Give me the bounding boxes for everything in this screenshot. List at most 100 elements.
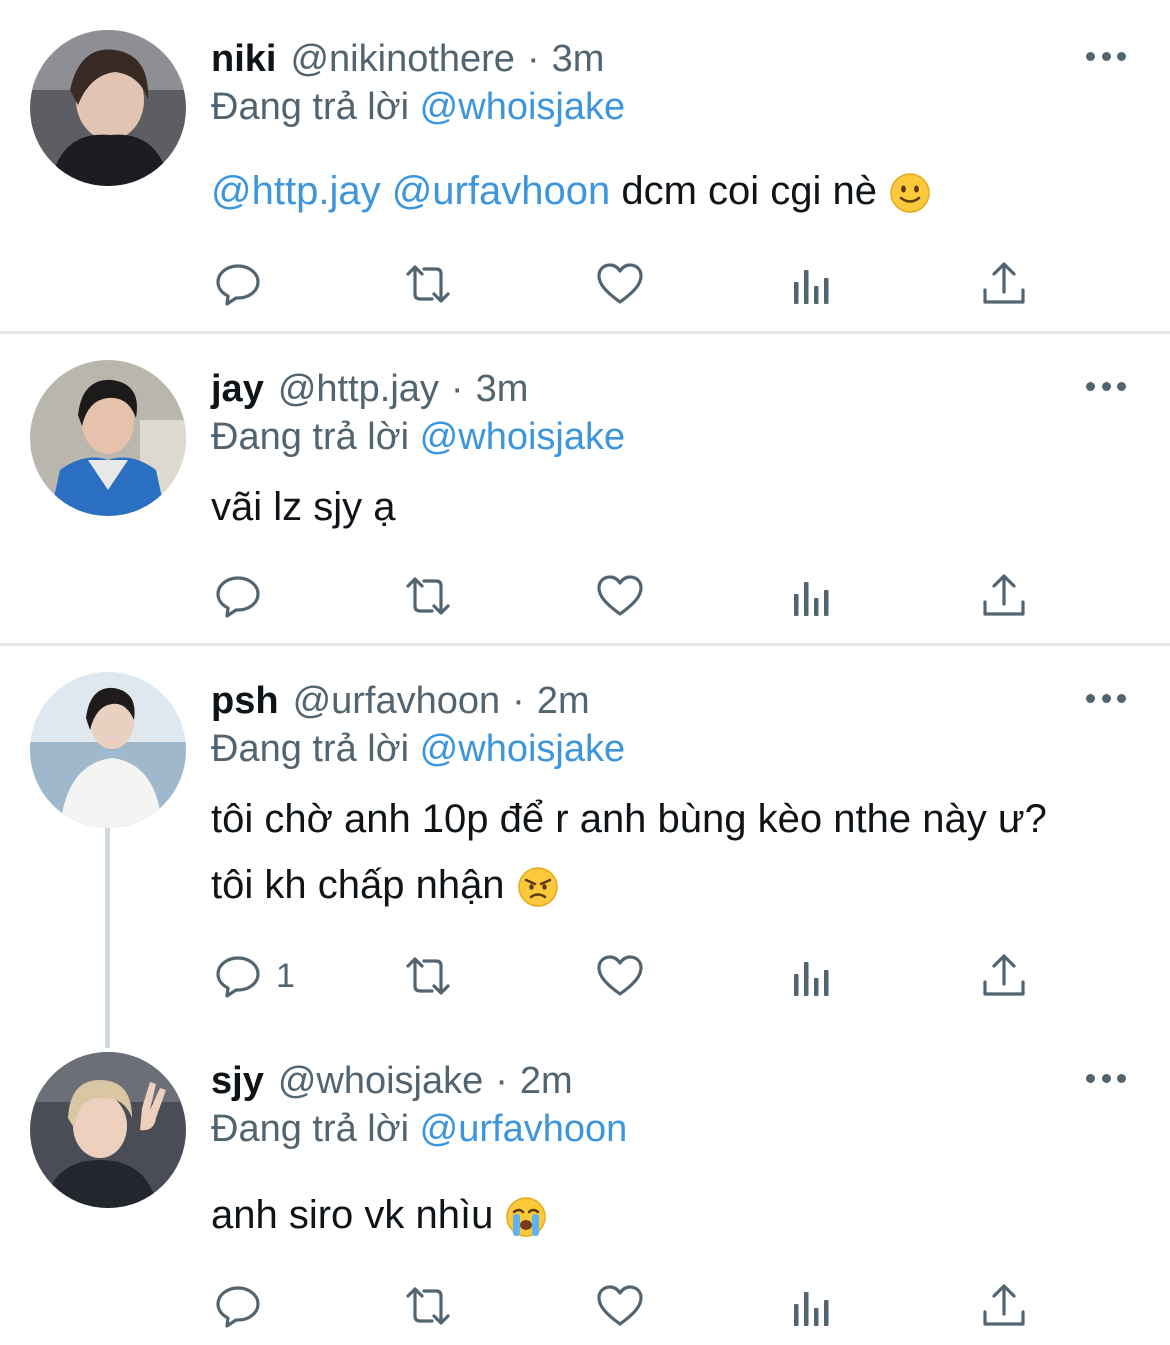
share-icon — [983, 954, 1025, 996]
user-handle[interactable]: @nikinothere — [290, 38, 514, 81]
like-button[interactable] — [596, 568, 644, 624]
tweet-body-line: tôi kh chấp nhận — [211, 863, 505, 907]
separator: · — [512, 679, 525, 722]
avatar-sjy[interactable] — [30, 1052, 186, 1208]
display-name[interactable]: sjy — [211, 1060, 264, 1103]
more-icon[interactable] — [1086, 44, 1126, 68]
reply-button[interactable]: 1 — [214, 948, 295, 1004]
retweet-button[interactable] — [404, 1278, 452, 1334]
tweet-actions — [0, 256, 1170, 312]
avatar-jay[interactable] — [30, 360, 186, 516]
angry-face-icon — [517, 866, 559, 908]
views-icon — [794, 270, 829, 304]
like-button[interactable] — [596, 948, 644, 1004]
more-icon[interactable] — [1086, 374, 1126, 398]
user-handle[interactable]: @http.jay — [278, 368, 439, 411]
like-icon — [597, 1285, 643, 1326]
separator: · — [526, 37, 540, 80]
reply-count: 1 — [276, 956, 295, 995]
user-handle[interactable]: @urfavhoon — [293, 680, 501, 723]
tweet-text: vãi lz sjy ạ — [211, 474, 396, 540]
replying-to-label: Đang trả lời — [211, 86, 410, 128]
views-icon — [794, 582, 829, 616]
timestamp[interactable]: 3m — [476, 368, 529, 411]
views-button[interactable] — [788, 256, 836, 312]
tweet-text: anh siro vk nhìu — [211, 1182, 547, 1248]
more-icon[interactable] — [1086, 686, 1126, 710]
reply-icon — [216, 264, 260, 306]
avatar-psh[interactable] — [30, 672, 186, 828]
views-button[interactable] — [788, 568, 836, 624]
replying-to: Đang trả lời @urfavhoon — [211, 1108, 627, 1151]
tweet-body: dcm coi cgi nè — [621, 169, 878, 213]
retweet-icon — [406, 265, 450, 303]
tweet-psh[interactable]: psh @urfavhoon · 2m Đang trả lời @whoisj… — [0, 672, 1170, 1032]
tweet-header: niki @nikinothere · 3m — [211, 34, 604, 84]
like-icon — [597, 955, 643, 996]
share-button[interactable] — [980, 1278, 1028, 1334]
tweet-body: anh siro vk nhìu — [211, 1193, 494, 1237]
reply-icon — [216, 956, 260, 998]
views-button[interactable] — [788, 1278, 836, 1334]
display-name[interactable]: psh — [211, 680, 279, 723]
separator: · — [450, 367, 464, 410]
reply-button[interactable] — [214, 256, 262, 312]
more-icon[interactable] — [1086, 1066, 1126, 1090]
user-handle[interactable]: @whoisjake — [278, 1060, 483, 1103]
like-button[interactable] — [596, 1278, 644, 1334]
tweet-header: psh @urfavhoon · 2m — [211, 676, 590, 726]
like-button[interactable] — [596, 256, 644, 312]
like-icon — [597, 575, 643, 616]
reply-mention[interactable]: @urfavhoon — [420, 1108, 628, 1150]
tweet-body-line: tôi chờ anh 10p để r anh bùng kèo nthe n… — [211, 797, 1047, 841]
share-icon — [983, 262, 1025, 304]
replying-to: Đang trả lời @whoisjake — [211, 416, 625, 459]
retweet-button[interactable] — [404, 948, 452, 1004]
retweet-icon — [406, 1287, 450, 1325]
tweet-jay[interactable]: jay @http.jay · 3m Đang trả lời @whoisja… — [0, 360, 1170, 640]
tweet-text: tôi chờ anh 10p để r anh bùng kèo nthe n… — [211, 786, 1047, 918]
views-button[interactable] — [788, 948, 836, 1004]
reply-mention[interactable]: @whoisjake — [420, 728, 625, 770]
replying-to: Đang trả lời @whoisjake — [211, 86, 625, 129]
replying-to-label: Đang trả lời — [211, 416, 410, 458]
reply-mention[interactable]: @whoisjake — [420, 416, 625, 458]
tweet-actions — [0, 1278, 1170, 1334]
tweet-header: sjy @whoisjake · 2m — [211, 1056, 573, 1106]
share-button[interactable] — [980, 948, 1028, 1004]
share-icon — [983, 1284, 1025, 1326]
slightly-smiling-face-icon — [889, 172, 931, 214]
tweet-niki[interactable]: niki @nikinothere · 3m Đang trả lời @who… — [0, 30, 1170, 330]
mention-link[interactable]: @urfavhoon — [392, 169, 611, 213]
reply-button[interactable] — [214, 568, 262, 624]
avatar-niki[interactable] — [30, 30, 186, 186]
share-icon — [983, 574, 1025, 616]
tweet-actions: 1 — [0, 948, 1170, 1004]
tweet-divider — [0, 331, 1170, 334]
timestamp[interactable]: 2m — [537, 680, 590, 723]
reply-mention[interactable]: @whoisjake — [420, 86, 625, 128]
display-name[interactable]: niki — [211, 38, 276, 81]
tweet-text: @http.jay @urfavhoon dcm coi cgi nè — [211, 158, 931, 224]
tweet-sjy[interactable]: sjy @whoisjake · 2m Đang trả lời @urfavh… — [0, 1052, 1170, 1342]
display-name[interactable]: jay — [211, 368, 264, 411]
share-button[interactable] — [980, 568, 1028, 624]
retweet-button[interactable] — [404, 568, 452, 624]
tweet-header: jay @http.jay · 3m — [211, 364, 528, 414]
tweet-divider — [0, 643, 1170, 646]
reply-icon — [216, 576, 260, 618]
retweet-button[interactable] — [404, 256, 452, 312]
reply-button[interactable] — [214, 1278, 262, 1334]
replying-to: Đang trả lời @whoisjake — [211, 728, 625, 771]
retweet-icon — [406, 577, 450, 615]
timestamp[interactable]: 3m — [552, 38, 605, 81]
mention-link[interactable]: @http.jay — [211, 169, 381, 213]
retweet-icon — [406, 957, 450, 995]
views-icon — [794, 962, 829, 996]
replying-to-label: Đang trả lời — [211, 1108, 410, 1150]
share-button[interactable] — [980, 256, 1028, 312]
timestamp[interactable]: 2m — [520, 1060, 573, 1103]
tweet-body-line-2: tôi kh chấp nhận — [211, 852, 1047, 918]
like-icon — [597, 263, 643, 304]
reply-icon — [216, 1286, 260, 1328]
